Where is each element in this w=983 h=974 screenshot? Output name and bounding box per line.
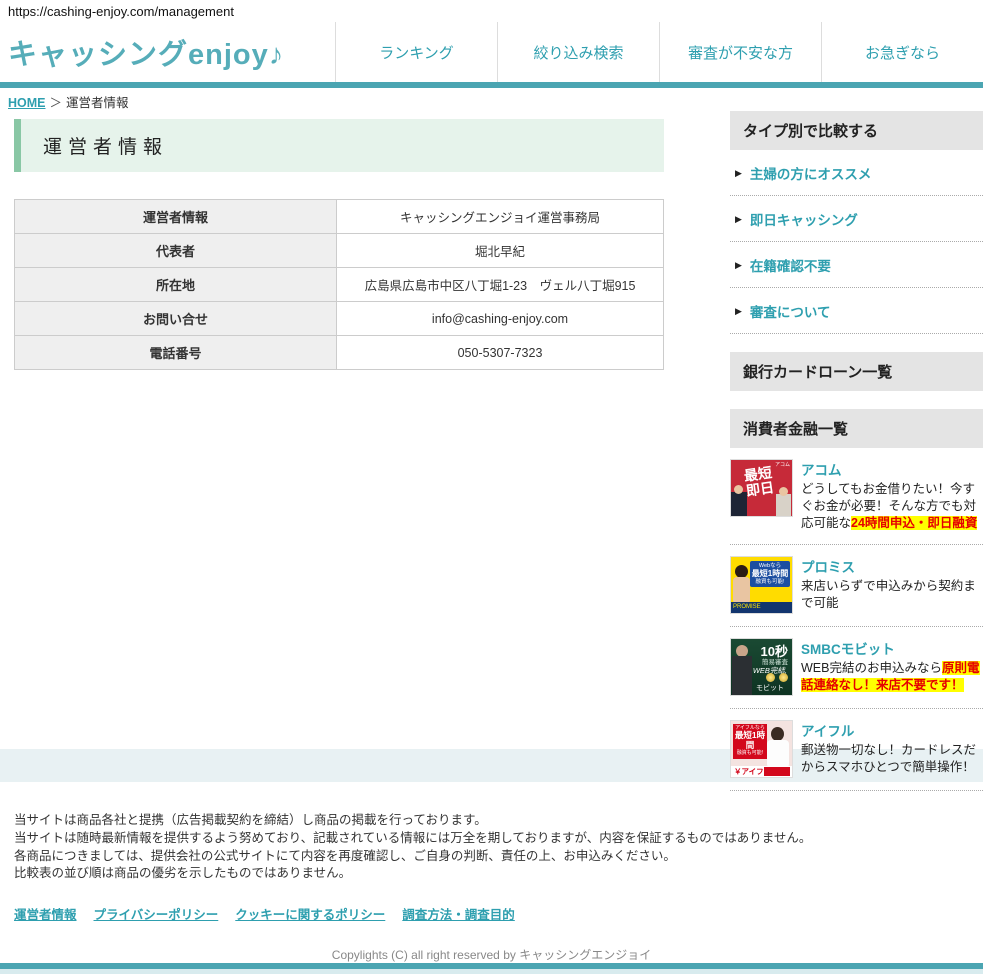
arrow-right-icon: ▶ <box>735 214 742 225</box>
ad-smbc-mobit: 10秒 簡易審査 WEB完結, モビット SMBCモビット WEB完結のお申込み… <box>730 627 983 709</box>
aiful-woman-head <box>771 727 784 741</box>
acom-highlight: 24時間申込・即日融資 <box>851 516 977 530</box>
breadcrumb: HOME＞運営者情報 <box>0 88 983 108</box>
sidebar-item-no-employment-check[interactable]: ▶ 在籍確認不要 <box>730 242 983 288</box>
table-row: 所在地 広島県広島市中区八丁堀1-23 ヴェル八丁堀915 <box>15 268 664 302</box>
nav-item-in-a-hurry[interactable]: お急ぎなら <box>821 22 983 82</box>
sidebar-header-consumer-finance: 消費者金融一覧 <box>730 409 983 448</box>
aiful-thumb-badge <box>764 767 790 776</box>
footer-link-cookie-policy[interactable]: クッキーに関するポリシー <box>235 904 385 923</box>
disclaimer-line: 当サイトは随時最新情報を提供するよう努めており、記載されている情報には万全を期し… <box>14 830 969 848</box>
table-row: 運営者情報 キャッシングエンジョイ運営事務局 <box>15 200 664 234</box>
sidebar-header-compare-by-type: タイプ別で比較する <box>730 111 983 150</box>
row-label-operator: 運営者情報 <box>15 200 337 234</box>
promise-thumb-text: Webなら 最短1時間 融資も可能! <box>750 561 790 588</box>
aiful-woman-figure <box>767 740 789 768</box>
nav-item-ranking[interactable]: ランキング <box>335 22 497 82</box>
acom-description: どうしてもお金借りたい！今すぐお金が必要！そんな方でも対応可能な24時間申込・即… <box>801 481 983 532</box>
acom-link[interactable]: アコム <box>801 459 983 479</box>
sidebar-item-label: 審査について <box>750 301 831 321</box>
footer-link-survey-method[interactable]: 調査方法・調査目的 <box>402 904 515 923</box>
acom-woman-head <box>779 487 788 496</box>
sidebar-item-same-day[interactable]: ▶ 即日キャッシング <box>730 196 983 242</box>
sidebar-item-housewife[interactable]: ▶ 主婦の方にオススメ <box>730 150 983 196</box>
mobit-link[interactable]: SMBCモビット <box>801 638 983 658</box>
aiful-thumb-text: アイフルなら 最短1時間 融資も可能! <box>733 724 767 759</box>
footer-link-operator-info[interactable]: 運営者情報 <box>14 904 77 923</box>
table-row: 代表者 堀北早紀 <box>15 234 664 268</box>
acom-man-head <box>734 485 743 494</box>
page-title: 運営者情報 <box>14 119 664 172</box>
acom-ad-thumbnail[interactable]: 最短即日 アコム <box>730 459 793 517</box>
main-column: 運営者情報 運営者情報 キャッシングエンジョイ運営事務局 代表者 堀北早紀 所在… <box>14 119 664 370</box>
aiful-description: 郵送物一切なし！カードレスだからスマホひとつで簡単操作！ <box>801 742 983 776</box>
aiful-link[interactable]: アイフル <box>801 720 983 740</box>
ad-promise: Webなら 最短1時間 融資も可能! PROMISE プロミス 来店いらずで申込… <box>730 545 983 627</box>
arrow-right-icon: ▶ <box>735 306 742 317</box>
copyright-text: Copylights (C) all right reserved by キャッ… <box>14 946 969 963</box>
main-nav: ランキング 絞り込み検索 審査が不安な方 お急ぎなら <box>335 22 983 82</box>
footer: 当サイトは商品各社と提携（広告掲載契約を締結）し商品の掲載を行っております。 当… <box>0 782 983 963</box>
mobit-thumb-brand: モビット <box>756 683 784 693</box>
row-value-address: 広島県広島市中区八丁堀1-23 ヴェル八丁堀915 <box>337 268 664 302</box>
site-header: キャッシングenjoy♪ ランキング 絞り込み検索 審査が不安な方 お急ぎなら <box>0 22 983 88</box>
ad-acom: 最短即日 アコム アコム どうしてもお金借りたい！今すぐお金が必要！そんな方でも… <box>730 448 983 545</box>
disclaimer-line: 各商品につきましては、提供会社の公式サイトにて内容を再度確認し、ご自身の判断、責… <box>14 848 969 866</box>
disclaimer-line: 当サイトは商品各社と提携（広告掲載契約を締結）し商品の掲載を行っております。 <box>14 812 969 830</box>
promise-ad-thumbnail[interactable]: Webなら 最短1時間 融資も可能! PROMISE <box>730 556 793 614</box>
row-label-representative: 代表者 <box>15 234 337 268</box>
table-row: お問い合せ info@cashing-enjoy.com <box>15 302 664 336</box>
row-label-contact: お問い合せ <box>15 302 337 336</box>
mobit-description: WEB完結のお申込みなら原則電話連絡なし！来店不要です！ <box>801 660 983 694</box>
row-label-phone: 電話番号 <box>15 336 337 370</box>
footer-link-privacy-policy[interactable]: プライバシーポリシー <box>94 904 219 923</box>
sidebar-item-label: 在籍確認不要 <box>750 255 831 275</box>
footer-links: 運営者情報 プライバシーポリシー クッキーに関するポリシー 調査方法・調査目的 <box>14 904 969 923</box>
row-value-phone: 050-5307-7323 <box>337 336 664 370</box>
bottom-pale-bar <box>0 969 983 974</box>
row-value-representative: 堀北早紀 <box>337 234 664 268</box>
ad-aiful: アイフルなら 最短1時間 融資も可能! ￥アイフル アイフル 郵送物一切なし！カ… <box>730 709 983 791</box>
disclaimer-line: 比較表の並び順は商品の優劣を示したものではありません。 <box>14 865 969 883</box>
acom-man-figure <box>731 492 747 516</box>
url-text: https://cashing-enjoy.com/management <box>0 0 983 22</box>
row-value-operator: キャッシングエンジョイ運営事務局 <box>337 200 664 234</box>
promise-link[interactable]: プロミス <box>801 556 983 576</box>
row-label-address: 所在地 <box>15 268 337 302</box>
mobit-coin-icon <box>779 673 788 682</box>
nav-item-worried-screening[interactable]: 審査が不安な方 <box>659 22 821 82</box>
sidebar-item-label: 主婦の方にオススメ <box>750 163 872 183</box>
mobit-coin-icon <box>766 673 775 682</box>
sidebar-item-label: 即日キャッシング <box>750 209 858 229</box>
acom-thumb-text: 最短即日 <box>743 465 775 498</box>
content-area: 運営者情報 運営者情報 キャッシングエンジョイ運営事務局 代表者 堀北早紀 所在… <box>0 108 983 749</box>
promise-woman-head <box>735 565 748 578</box>
promise-woman-figure <box>733 577 750 604</box>
sidebar: タイプ別で比較する ▶ 主婦の方にオススメ ▶ 即日キャッシング ▶ 在籍確認不… <box>730 111 983 791</box>
nav-item-filter-search[interactable]: 絞り込み検索 <box>497 22 659 82</box>
acom-thumb-brand: アコム <box>775 461 790 468</box>
arrow-right-icon: ▶ <box>735 260 742 271</box>
mobit-ad-thumbnail[interactable]: 10秒 簡易審査 WEB完結, モビット <box>730 638 793 696</box>
sidebar-item-about-screening[interactable]: ▶ 審査について <box>730 288 983 334</box>
site-logo[interactable]: キャッシングenjoy♪ <box>0 22 335 82</box>
promise-thumb-brand: PROMISE <box>731 602 792 613</box>
operator-info-table: 運営者情報 キャッシングエンジョイ運営事務局 代表者 堀北早紀 所在地 広島県広… <box>14 199 664 370</box>
acom-woman-figure <box>776 494 791 516</box>
promise-description: 来店いらずで申込みから契約まで可能 <box>801 578 983 612</box>
aiful-ad-thumbnail[interactable]: アイフルなら 最短1時間 融資も可能! ￥アイフル <box>730 720 793 778</box>
arrow-right-icon: ▶ <box>735 168 742 179</box>
row-value-contact: info@cashing-enjoy.com <box>337 302 664 336</box>
mobit-man-figure <box>732 656 752 696</box>
table-row: 電話番号 050-5307-7323 <box>15 336 664 370</box>
sidebar-header-bank-card-loans: 銀行カードローン一覧 <box>730 352 983 391</box>
